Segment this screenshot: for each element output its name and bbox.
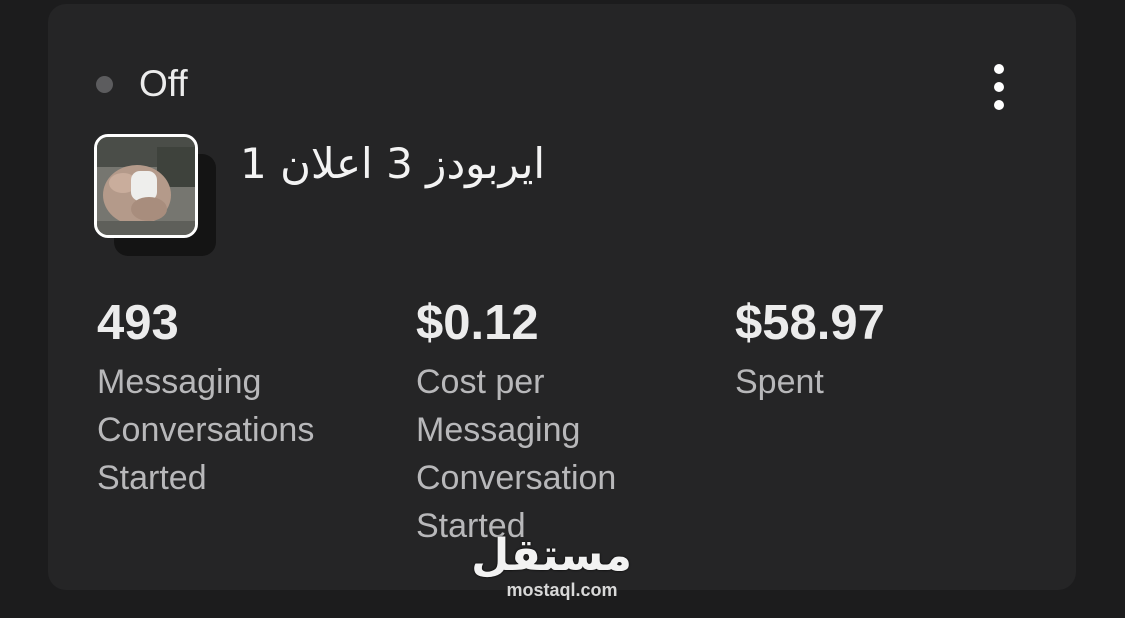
metric-label: Spent <box>735 363 824 401</box>
watermark-url: mostaql.com <box>506 580 618 600</box>
menu-dot <box>994 100 1004 110</box>
status-label: Off <box>139 63 188 104</box>
watermark: مستقل mostaql.com <box>471 530 632 601</box>
menu-dot <box>994 64 1004 74</box>
metric-label: Cost per Messaging Conversation Started <box>416 363 617 545</box>
ad-card[interactable]: Off ايربودز 3 اعلان 1 493 Messaging Conv… <box>48 4 1076 590</box>
metric-spent: $58.97 Spent <box>735 296 1035 406</box>
metric-value: $0.12 <box>416 296 539 350</box>
metric-value: $58.97 <box>735 296 885 350</box>
status-dot-icon <box>96 75 113 93</box>
metric-cost-per-conversation: $0.12 Cost per Messaging Conversation St… <box>416 296 716 550</box>
metric-conversations: 493 Messaging Conversations Started <box>97 296 397 502</box>
ad-row[interactable]: ايربودز 3 اعلان 1 <box>94 134 545 260</box>
metric-value: 493 <box>97 296 179 350</box>
more-options-icon[interactable] <box>984 60 1014 114</box>
ad-name[interactable]: ايربودز 3 اعلان 1 <box>240 139 545 189</box>
ad-thumbnail-stack[interactable] <box>94 134 220 260</box>
status-row: Off <box>96 64 188 104</box>
metric-label: Messaging Conversations Started <box>97 363 315 497</box>
menu-dot <box>994 82 1004 92</box>
ad-thumbnail-image <box>94 134 198 238</box>
watermark-logo: مستقل <box>471 530 632 581</box>
